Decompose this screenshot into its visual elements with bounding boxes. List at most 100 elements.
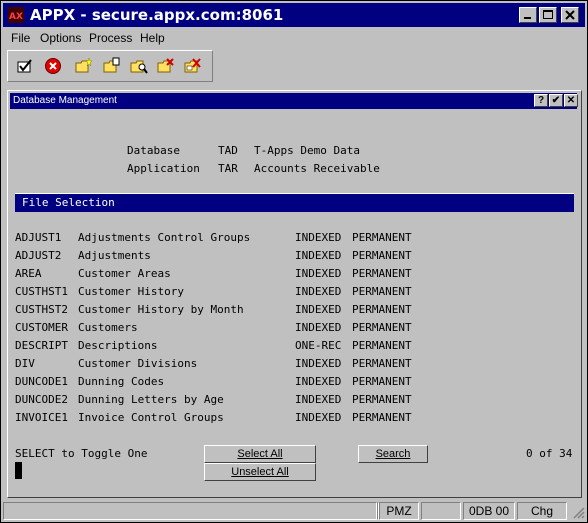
record-count: 0 of 34	[526, 447, 573, 460]
file-name: DIV	[15, 357, 35, 370]
file-type: PERMANENT	[352, 339, 412, 352]
file-name: ADJUST1	[15, 231, 62, 244]
file-type: PERMANENT	[352, 249, 412, 262]
file-name: DUNCODE2	[15, 393, 68, 406]
file-description: Dunning Codes	[78, 375, 165, 388]
file-organization: INDEXED	[295, 249, 342, 262]
file-organization: INDEXED	[295, 321, 342, 334]
file-description: Descriptions	[78, 339, 158, 352]
toggle-hint: SELECT to Toggle One	[15, 447, 148, 460]
child-window-title: Database Management	[13, 95, 117, 106]
cancel-icon[interactable]	[44, 57, 62, 75]
file-type: PERMANENT	[352, 357, 412, 370]
list-item[interactable]: DUNCODE1 Dunning Codes INDEXED PERMANENT	[15, 375, 435, 393]
database-code: TAD	[218, 144, 238, 157]
unselect-all-button[interactable]: Unselect All	[204, 463, 316, 481]
appx-logo-icon: AX	[8, 7, 24, 23]
minimize-icon	[524, 17, 531, 19]
maximize-icon	[543, 10, 553, 19]
file-name: CUSTHST1	[15, 285, 68, 298]
file-type: PERMANENT	[352, 321, 412, 334]
list-item[interactable]: INVOICE1 Invoice Control Groups INDEXED …	[15, 411, 435, 429]
file-organization: INDEXED	[295, 393, 342, 406]
list-item[interactable]: CUSTHST1 Customer History INDEXED PERMAN…	[15, 285, 435, 303]
resize-grip-icon[interactable]	[571, 505, 585, 519]
confirm-button[interactable]: ✔	[549, 94, 563, 107]
app-window: AX APPX - secure.appx.com:8061 File Opti…	[0, 0, 588, 523]
file-type: PERMANENT	[352, 411, 412, 424]
menu-bar: File Options Process Help	[3, 28, 585, 48]
list-item[interactable]: DIV Customer Divisions INDEXED PERMANENT	[15, 357, 435, 375]
menu-process[interactable]: Process	[89, 31, 132, 45]
application-name: Accounts Receivable	[254, 162, 380, 175]
check-icon[interactable]	[16, 57, 34, 75]
file-description: Customers	[78, 321, 138, 334]
file-name: INVOICE1	[15, 411, 68, 424]
file-description: Customer Areas	[78, 267, 171, 280]
file-organization: INDEXED	[295, 357, 342, 370]
file-selection-header: File Selection	[15, 193, 574, 212]
menu-options[interactable]: Options	[40, 31, 81, 45]
file-organization: INDEXED	[295, 285, 342, 298]
file-type: PERMANENT	[352, 285, 412, 298]
search-button[interactable]: Search	[358, 445, 428, 463]
file-description: Dunning Letters by Age	[78, 393, 224, 406]
file-type: PERMANENT	[352, 303, 412, 316]
menu-help[interactable]: Help	[140, 31, 165, 45]
file-type: PERMANENT	[352, 393, 412, 406]
list-item[interactable]: ADJUST2 Adjustments INDEXED PERMANENT	[15, 249, 435, 267]
file-organization: INDEXED	[295, 303, 342, 316]
file-description: Customer Divisions	[78, 357, 198, 370]
svg-text:AX: AX	[9, 12, 23, 22]
file-organization: INDEXED	[295, 231, 342, 244]
close-icon	[565, 10, 575, 20]
application-code: TAR	[218, 162, 238, 175]
file-type: PERMANENT	[352, 231, 412, 244]
close-button[interactable]	[561, 7, 579, 23]
delete-folder-icon[interactable]	[157, 57, 175, 75]
file-name: DESCRIPT	[15, 339, 68, 352]
database-label: Database	[127, 144, 180, 157]
text-cursor	[15, 462, 22, 479]
file-organization: INDEXED	[295, 375, 342, 388]
file-name: AREA	[15, 267, 42, 280]
delete-marked-folder-icon[interactable]	[184, 57, 202, 75]
file-name: CUSTOMER	[15, 321, 68, 334]
status-panel-pmz: PMZ	[379, 502, 419, 520]
list-item[interactable]: DESCRIPT Descriptions ONE-REC PERMANENT	[15, 339, 435, 357]
file-description: Adjustments Control Groups	[78, 231, 251, 244]
title-bar[interactable]: AX APPX - secure.appx.com:8061	[3, 3, 585, 27]
file-description: Customer History	[78, 285, 184, 298]
list-item[interactable]: CUSTHST2 Customer History by Month INDEX…	[15, 303, 435, 321]
minimize-button[interactable]	[519, 7, 537, 23]
file-description: Invoice Control Groups	[78, 411, 224, 424]
child-title-bar[interactable]: Database Management ? ✔ ✕	[10, 93, 578, 109]
application-label: Application	[127, 162, 200, 175]
maximize-button[interactable]	[539, 7, 557, 23]
edit-folder-icon[interactable]	[103, 57, 121, 75]
file-type: PERMANENT	[352, 267, 412, 280]
status-panel-1	[3, 502, 377, 520]
select-all-button[interactable]: Select All	[204, 445, 316, 463]
toolbar	[7, 50, 213, 82]
section-title: File Selection	[22, 196, 115, 209]
menu-file[interactable]: File	[11, 31, 30, 45]
list-item[interactable]: ADJUST1 Adjustments Control Groups INDEX…	[15, 231, 435, 249]
new-folder-icon[interactable]	[75, 57, 93, 75]
list-item[interactable]: CUSTOMER Customers INDEXED PERMANENT	[15, 321, 435, 339]
file-name: CUSTHST2	[15, 303, 68, 316]
status-bar: PMZ 0DB 00 Chg	[1, 500, 588, 522]
window-title: APPX - secure.appx.com:8061	[30, 6, 284, 24]
help-button[interactable]: ?	[534, 94, 548, 107]
inspect-folder-icon[interactable]	[130, 57, 148, 75]
child-close-button[interactable]: ✕	[564, 94, 578, 107]
status-panel-4	[421, 502, 461, 520]
database-name: T-Apps Demo Data	[254, 144, 360, 157]
list-item[interactable]: AREA Customer Areas INDEXED PERMANENT	[15, 267, 435, 285]
file-name: ADJUST2	[15, 249, 62, 262]
file-name: DUNCODE1	[15, 375, 68, 388]
list-item[interactable]: DUNCODE2 Dunning Letters by Age INDEXED …	[15, 393, 435, 411]
file-organization: INDEXED	[295, 411, 342, 424]
file-description: Customer History by Month	[78, 303, 244, 316]
file-organization: INDEXED	[295, 267, 342, 280]
